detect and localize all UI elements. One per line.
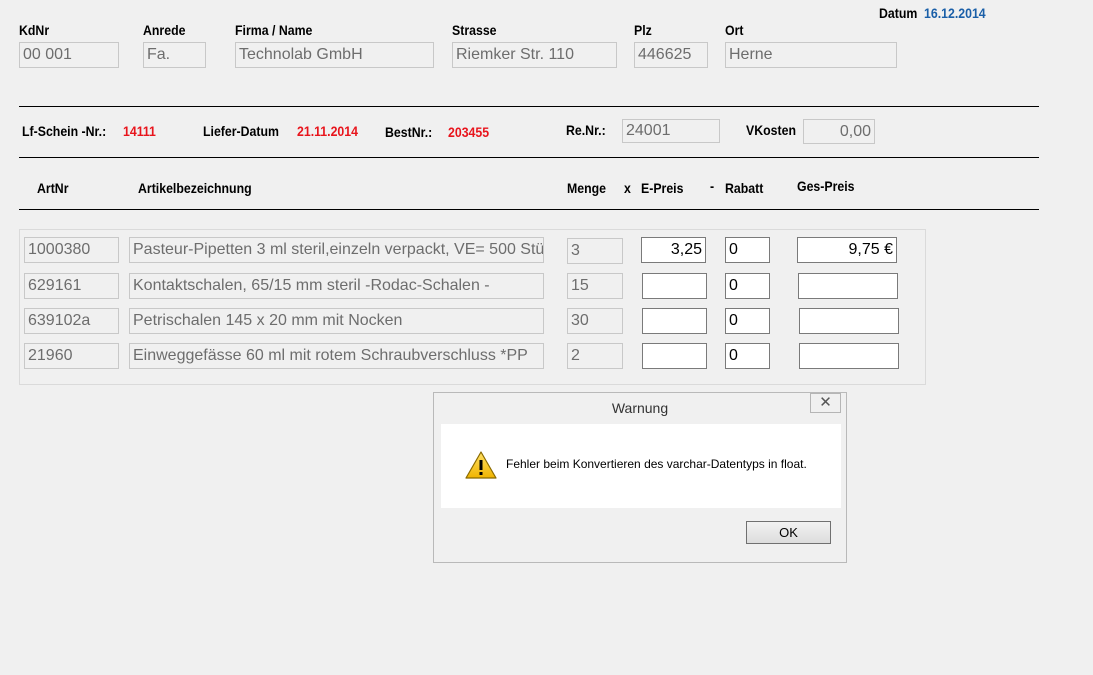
divider — [19, 106, 1039, 107]
datum-value: 16.12.2014 — [924, 5, 986, 21]
row2-rabatt[interactable]: 0 — [725, 273, 770, 299]
strasse-field[interactable]: Riemker Str. 110 — [452, 42, 617, 68]
row2-epreis[interactable] — [642, 273, 707, 299]
bestnr-value: 203455 — [448, 124, 490, 140]
renr-label: Re.Nr.: — [566, 122, 606, 138]
col-artnr: ArtNr — [37, 180, 69, 196]
strasse-label: Strasse — [452, 22, 497, 38]
row3-bezeichnung[interactable]: Petrischalen 145 x 20 mm mit Nocken — [129, 308, 544, 334]
ort-label: Ort — [725, 22, 744, 38]
row2-artnr[interactable]: 629161 — [24, 273, 119, 299]
col-rabatt: Rabatt — [725, 180, 764, 196]
row3-menge[interactable]: 30 — [567, 308, 623, 334]
vkosten-field[interactable]: 0,00 — [803, 119, 875, 144]
row3-epreis[interactable] — [642, 308, 707, 334]
row2-gespreis[interactable] — [798, 273, 898, 299]
divider — [19, 209, 1039, 210]
anrede-field[interactable]: Fa. — [143, 42, 206, 68]
row4-bezeichnung[interactable]: Einweggefässe 60 ml mit rotem Schraubver… — [129, 343, 544, 369]
kdnr-field[interactable]: 00 001 — [19, 42, 119, 68]
row1-menge[interactable]: 3 — [567, 238, 623, 264]
col-x: x — [624, 180, 631, 196]
row1-bezeichnung[interactable]: Pasteur-Pipetten 3 ml steril,einzeln ver… — [129, 237, 544, 263]
ort-field[interactable]: Herne — [725, 42, 897, 68]
kdnr-label: KdNr — [19, 22, 50, 38]
lfschein-label: Lf-Schein -Nr.: — [22, 123, 107, 139]
row4-rabatt[interactable]: 0 — [725, 343, 770, 369]
close-button[interactable]: ✕ — [810, 393, 841, 413]
row4-epreis[interactable] — [642, 343, 707, 369]
lfschein-value: 14111 — [123, 123, 156, 139]
row1-gespreis[interactable]: 9,75 € — [797, 237, 897, 263]
row4-artnr[interactable]: 21960 — [24, 343, 119, 369]
dialog-body: Fehler beim Konvertieren des varchar-Dat… — [441, 424, 841, 508]
row4-menge[interactable]: 2 — [567, 343, 623, 369]
col-minus: - — [710, 178, 715, 194]
renr-field[interactable]: 24001 — [622, 119, 720, 143]
plz-field[interactable]: 446625 — [634, 42, 708, 68]
dialog-message: Fehler beim Konvertieren des varchar-Dat… — [506, 457, 807, 471]
col-menge: Menge — [567, 180, 607, 196]
row3-rabatt[interactable]: 0 — [725, 308, 770, 334]
plz-label: Plz — [634, 22, 652, 38]
row2-bezeichnung[interactable]: Kontaktschalen, 65/15 mm steril -Rodac-S… — [129, 273, 544, 299]
ok-button[interactable]: OK — [746, 521, 831, 544]
row4-gespreis[interactable] — [799, 343, 899, 369]
firma-label: Firma / Name — [235, 22, 313, 38]
dialog-title: Warnung — [611, 400, 669, 416]
warning-dialog: Warnung ✕ Fehler beim Konvertieren des v… — [433, 392, 847, 563]
col-bezeichnung: Artikelbezeichnung — [138, 180, 252, 196]
col-epreis: E-Preis — [641, 180, 684, 196]
row1-epreis[interactable]: 3,25 — [641, 237, 706, 263]
bestnr-label: BestNr.: — [385, 124, 433, 140]
firma-field[interactable]: Technolab GmbH — [235, 42, 434, 68]
vkosten-label: VKosten — [746, 122, 796, 138]
anrede-label: Anrede — [143, 22, 186, 38]
divider — [19, 157, 1039, 158]
lieferdatum-value: 21.11.2014 — [297, 123, 358, 139]
row1-rabatt[interactable]: 0 — [725, 237, 770, 263]
col-gespreis: Ges-Preis — [797, 178, 855, 194]
row1-artnr[interactable]: 1000380 — [24, 237, 119, 263]
row3-artnr[interactable]: 639102a — [24, 308, 119, 334]
row2-menge[interactable]: 15 — [567, 273, 623, 299]
row3-gespreis[interactable] — [799, 308, 899, 334]
datum-label: Datum — [879, 5, 918, 21]
warning-icon — [465, 451, 497, 484]
lieferdatum-label: Liefer-Datum — [203, 123, 279, 139]
